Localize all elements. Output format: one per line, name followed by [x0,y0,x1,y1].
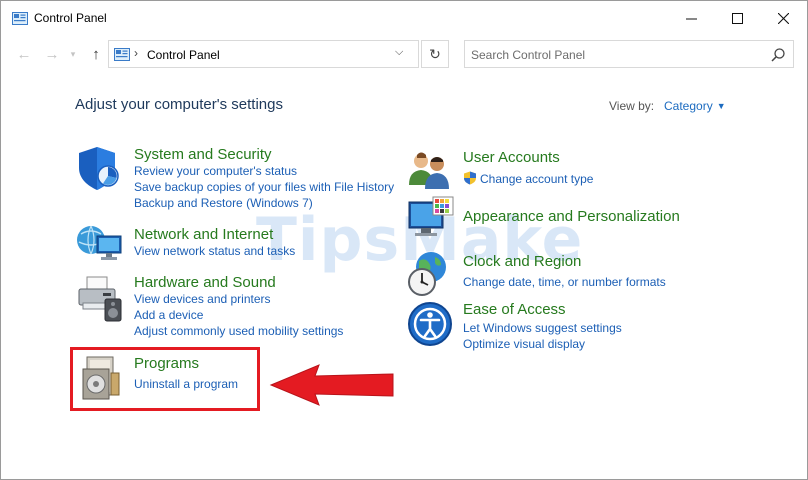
address-bar[interactable]: › Control Panel ⌵ [108,40,419,68]
users-icon[interactable] [407,149,453,189]
link-suggest-settings[interactable]: Let Windows suggest settings [463,320,622,336]
minimize-icon [685,18,697,19]
pointer-arrow-icon [269,364,394,406]
category-appearance: Appearance and Personalization [463,208,680,225]
link-backup-restore[interactable]: Backup and Restore (Windows 7) [134,195,394,211]
close-button[interactable] [760,1,806,35]
programs-highlight-box [70,347,260,411]
maximize-icon [731,12,743,24]
category-system-security: System and Security Review your computer… [134,146,394,211]
control-panel-window: Control Panel ← → ▾ ↑ › Control Panel ⌵ [0,0,808,480]
view-by-dropdown[interactable]: Category ▼ [664,99,726,113]
breadcrumb-separator-icon[interactable]: › [134,46,138,60]
breadcrumb-control-panel[interactable]: Control Panel [147,48,220,62]
refresh-button[interactable]: ↻ [421,40,449,68]
control-panel-icon [12,12,28,25]
close-icon [777,12,789,24]
category-ease-access: Ease of Access Let Windows suggest setti… [463,301,622,352]
system-security-title[interactable]: System and Security [134,146,394,163]
clock-region-title[interactable]: Clock and Region [463,253,666,270]
category-clock-region: Clock and Region Change date, time, or n… [463,253,666,290]
network-internet-title[interactable]: Network and Internet [134,226,295,243]
link-change-account-type[interactable]: Change account type [480,172,593,186]
view-by-value[interactable]: Category [664,99,713,113]
link-add-device[interactable]: Add a device [134,307,343,323]
link-date-time-formats[interactable]: Change date, time, or number formats [463,274,666,290]
user-accounts-title[interactable]: User Accounts [463,149,593,166]
page-title: Adjust your computer's settings [75,96,283,113]
maximize-button[interactable] [714,1,760,35]
link-network-status[interactable]: View network status and tasks [134,243,295,259]
minimize-button[interactable] [668,1,714,35]
back-button[interactable]: ← [13,43,35,65]
appearance-title[interactable]: Appearance and Personalization [463,208,680,225]
control-panel-icon [114,48,130,61]
navigation-bar: ← → ▾ ↑ › Control Panel ⌵ ↻ [1,37,807,71]
chevron-down-icon: ▼ [716,101,726,111]
category-user-accounts: User Accounts Change account type [463,149,593,188]
ease-access-title[interactable]: Ease of Access [463,301,622,318]
category-network-internet: Network and Internet View network status… [134,226,295,259]
recent-locations-button[interactable]: ▾ [66,43,80,65]
view-by-label: View by: [609,99,655,113]
uac-shield-icon [464,171,476,185]
link-mobility-settings[interactable]: Adjust commonly used mobility settings [134,323,343,339]
category-hardware-sound: Hardware and Sound View devices and prin… [134,274,343,339]
address-dropdown-icon[interactable]: ⌵ [395,46,403,59]
monitor-icon[interactable] [407,196,455,240]
link-file-history[interactable]: Save backup copies of your files with Fi… [134,179,394,195]
search-input[interactable] [471,46,761,64]
search-icon[interactable] [770,47,786,63]
link-devices-printers[interactable]: View devices and printers [134,291,343,307]
change-account-type-row: Change account type [463,170,593,188]
network-icon[interactable] [75,222,125,266]
forward-button[interactable]: → [41,43,63,65]
shield-icon[interactable] [75,144,123,192]
title-bar[interactable]: Control Panel [1,1,807,35]
ease-of-access-icon[interactable] [407,301,453,347]
hardware-sound-title[interactable]: Hardware and Sound [134,274,343,291]
printer-icon[interactable] [75,273,125,323]
up-button[interactable]: ↑ [85,43,107,65]
link-review-status[interactable]: Review your computer's status [134,163,394,179]
link-optimize-visual[interactable]: Optimize visual display [463,336,622,352]
search-box[interactable] [464,40,794,68]
window-title: Control Panel [34,11,107,25]
globe-clock-icon[interactable] [405,249,453,297]
